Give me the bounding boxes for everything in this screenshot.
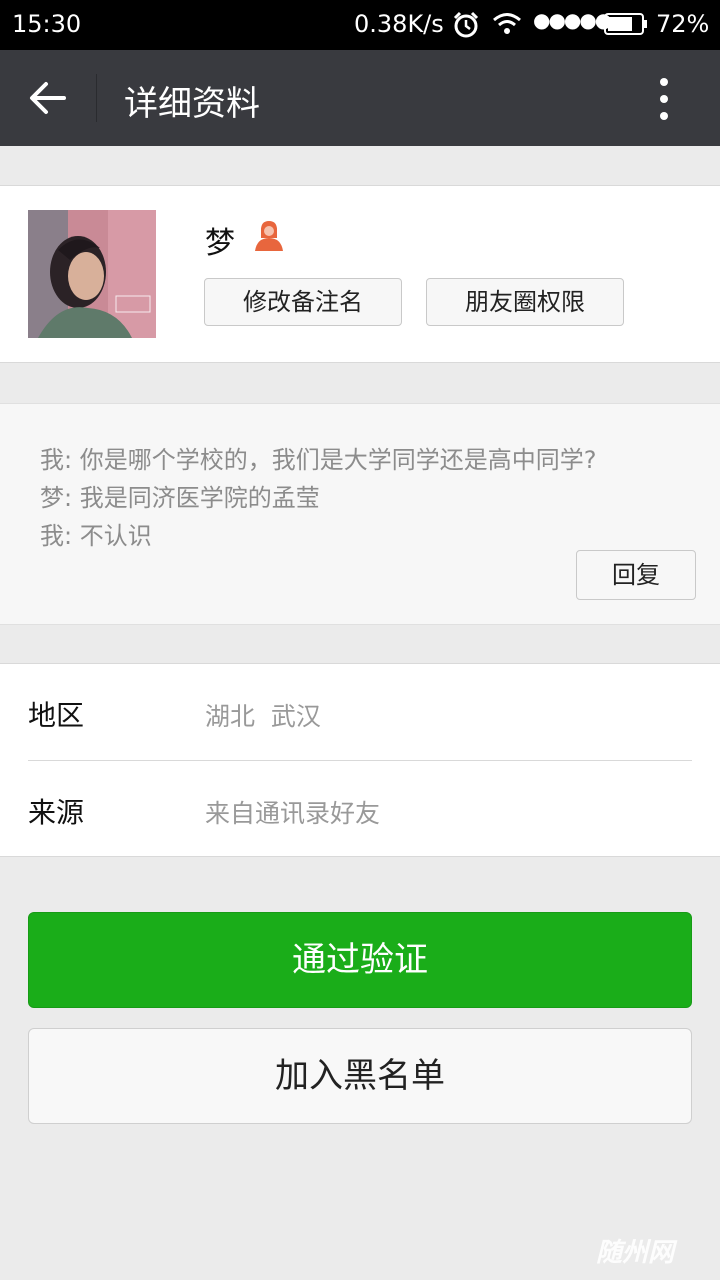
nav-divider — [96, 74, 97, 122]
watermark-logo: 随州网 — [596, 1238, 675, 1268]
region-value: 湖北 武汉 — [205, 702, 321, 731]
alarm-icon — [453, 11, 479, 38]
wifi-icon — [493, 13, 521, 34]
signal-icon: ●●●●● — [533, 8, 612, 32]
source-value: 来自通讯录好友 — [205, 799, 381, 828]
female-icon — [255, 221, 283, 251]
edit-remark-button[interactable]: 修改备注名 — [204, 278, 402, 326]
reply-button[interactable]: 回复 — [576, 550, 696, 600]
info-card: 地区 湖北 武汉 来源 来自通讯录好友 — [0, 663, 720, 857]
region-label: 地区 — [28, 699, 85, 732]
profile-card: 梦 修改备注名 朋友圈权限 — [0, 185, 720, 363]
status-bar: 15:30 0.38K/s ●●●●● 72% — [0, 0, 720, 50]
nav-bar: 详细资料 — [0, 50, 720, 146]
back-arrow-icon[interactable] — [28, 80, 68, 116]
message-line: 我: 不认识 — [40, 522, 152, 550]
battery-icon — [604, 13, 647, 35]
approve-verification-button[interactable]: 通过验证 — [28, 912, 692, 1008]
avatar[interactable] — [28, 210, 156, 338]
page-title: 详细资料 — [124, 84, 260, 124]
battery-percent: 72% — [656, 10, 710, 38]
verification-messages: 我: 你是哪个学校的，我们是大学同学还是高中同学? 梦: 我是同济医学院的孟莹 … — [0, 403, 720, 625]
network-speed: 0.38K/s — [354, 10, 444, 38]
add-to-blacklist-button[interactable]: 加入黑名单 — [28, 1028, 692, 1124]
nickname: 梦 — [205, 226, 235, 261]
avatar-image — [28, 210, 156, 338]
status-time: 15:30 — [12, 10, 82, 38]
region-row: 地区 湖北 武汉 — [0, 664, 720, 761]
message-line: 梦: 我是同济医学院的孟莹 — [40, 484, 320, 512]
message-line: 我: 你是哪个学校的，我们是大学同学还是高中同学? — [40, 446, 597, 474]
moments-permission-button[interactable]: 朋友圈权限 — [426, 278, 624, 326]
more-vertical-icon[interactable] — [650, 76, 678, 122]
source-label: 来源 — [28, 796, 85, 829]
source-row: 来源 来自通讯录好友 — [0, 761, 720, 857]
